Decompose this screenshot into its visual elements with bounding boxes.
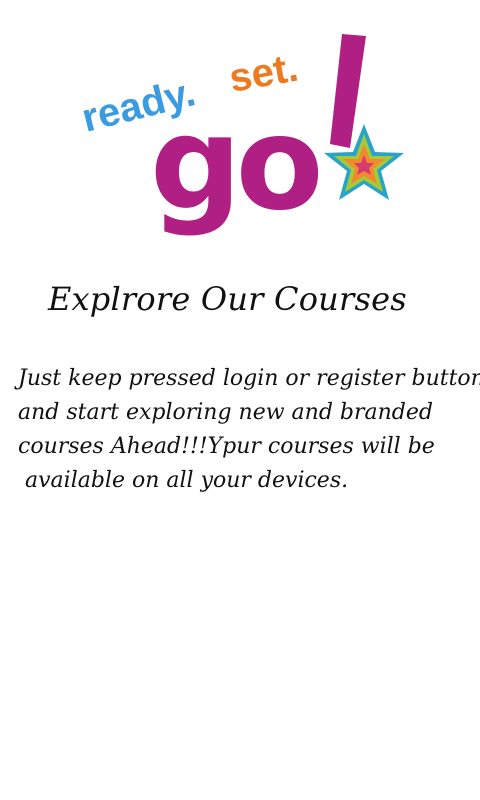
description-line: and start exploring new and branded [18,400,433,425]
logo-exclamation-bar [330,34,366,148]
description-line: Just keep pressed login or register butt… [18,366,480,391]
page-title: Explrore Our Courses [48,280,407,318]
description-line: available on all your devices. [18,468,349,493]
description-text: Just keep pressed login or register butt… [18,362,480,498]
description-line: courses Ahead!!!Ypur courses will be [18,434,435,459]
logo-word-go: go [150,90,319,239]
ready-set-go-logo: ready. set. go [80,30,410,260]
